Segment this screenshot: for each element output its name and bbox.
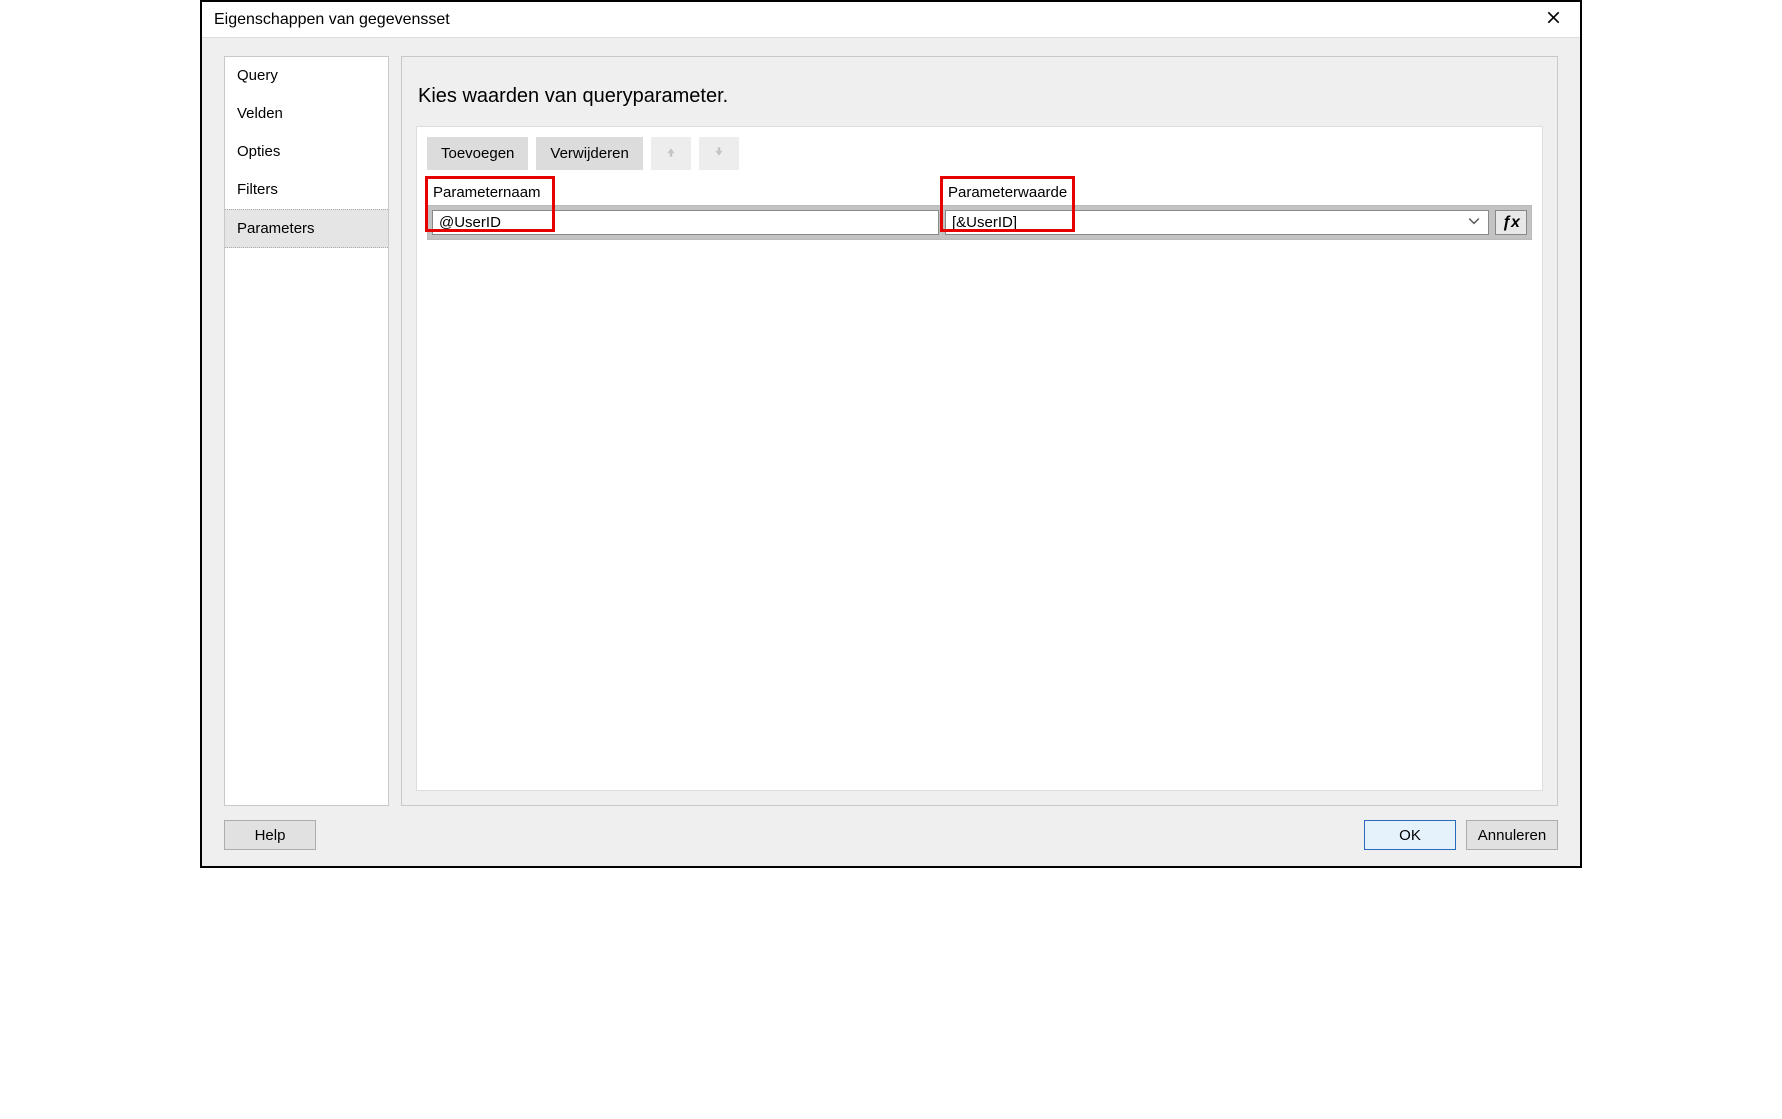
titlebar: Eigenschappen van gegevensset [202, 2, 1580, 38]
param-name-input[interactable] [432, 210, 939, 235]
param-value-combo[interactable]: [&UserID] [945, 210, 1489, 235]
move-down-button[interactable] [699, 137, 739, 170]
dialog-title: Eigenschappen van gegevensset [214, 11, 450, 29]
arrow-down-icon [713, 145, 725, 162]
add-button[interactable]: Toevoegen [427, 137, 528, 170]
client-area: Query Velden Opties Filters Parameters K… [202, 38, 1580, 866]
arrow-up-icon [665, 145, 677, 162]
grid-body: [&UserID] ƒx [427, 205, 1532, 240]
table-row: [&UserID] ƒx [432, 210, 1527, 235]
move-up-button[interactable] [651, 137, 691, 170]
cancel-button[interactable]: Annuleren [1466, 820, 1558, 850]
remove-button[interactable]: Verwijderen [536, 137, 642, 170]
dialog-footer: Help OK Annuleren [224, 806, 1558, 850]
sidebar-item-parameters[interactable]: Parameters [225, 209, 388, 248]
parameters-panel: Toevoegen Verwijderen [416, 126, 1543, 791]
sidebar-item-filters[interactable]: Filters [225, 171, 388, 209]
dialog-window: Eigenschappen van gegevensset Query Veld… [200, 0, 1582, 868]
sidebar: Query Velden Opties Filters Parameters [224, 56, 389, 806]
chevron-down-icon [1468, 214, 1482, 231]
fx-icon: ƒx [1502, 214, 1520, 232]
sidebar-item-query[interactable]: Query [225, 57, 388, 95]
toolbar: Toevoegen Verwijderen [427, 137, 1532, 170]
close-icon[interactable] [1539, 7, 1568, 33]
expression-button[interactable]: ƒx [1495, 210, 1527, 235]
main-panel: Kies waarden van queryparameter. Toevoeg… [401, 56, 1558, 806]
page-title: Kies waarden van queryparameter. [402, 57, 1557, 126]
column-header-value: Parameterwaarde [942, 180, 1532, 205]
column-header-name: Parameternaam [427, 180, 942, 205]
parameter-grid: Parameternaam Parameterwaarde [&UserID] [427, 180, 1532, 240]
help-button[interactable]: Help [224, 820, 316, 850]
ok-button[interactable]: OK [1364, 820, 1456, 850]
sidebar-item-opties[interactable]: Opties [225, 133, 388, 171]
param-value-text: [&UserID] [952, 214, 1017, 231]
sidebar-item-velden[interactable]: Velden [225, 95, 388, 133]
